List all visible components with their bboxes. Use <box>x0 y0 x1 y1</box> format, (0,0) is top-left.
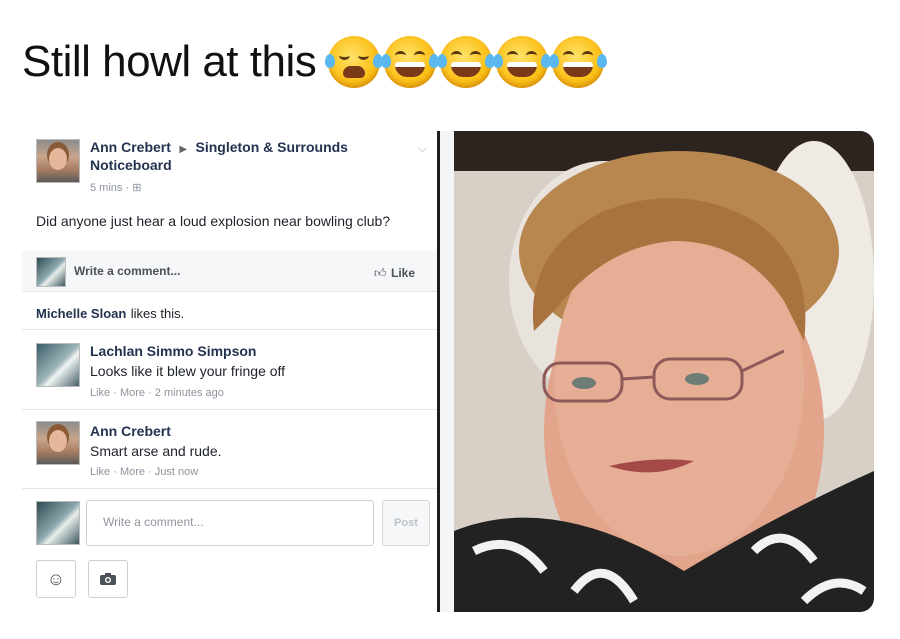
comment-author[interactable]: Ann Crebert <box>90 423 171 439</box>
camera-icon <box>100 573 116 585</box>
author-avatar[interactable] <box>36 139 80 183</box>
like-button[interactable]: 👍︎ Like <box>374 264 415 282</box>
tears-of-joy-icon <box>437 36 496 88</box>
facebook-post-panel: Ann Crebert ▶ Singleton & Surrounds Noti… <box>22 131 440 612</box>
audience-icon: · ⊞ <box>125 182 142 194</box>
divider <box>22 488 437 489</box>
divider <box>22 409 437 410</box>
like-label: Like <box>390 266 415 280</box>
current-user-avatar <box>36 501 80 545</box>
current-user-avatar <box>36 257 66 287</box>
comment-author[interactable]: Lachlan Simmo Simpson <box>90 343 256 359</box>
post-header: Ann Crebert ▶ Singleton & Surrounds Noti… <box>90 139 390 175</box>
comment-text: Smart arse and rude. <box>90 443 222 459</box>
comment-actions[interactable]: Like · More · 2 minutes ago <box>90 387 224 399</box>
commenter-avatar[interactable] <box>36 343 80 387</box>
post-time-row: 5 mins · ⊞ <box>90 181 141 194</box>
post-time[interactable]: 5 mins <box>90 182 122 194</box>
likes-suffix: likes this. <box>130 306 185 321</box>
screenshot-frame: Ann Crebert ▶ Singleton & Surrounds Noti… <box>22 131 874 612</box>
commenter-avatar[interactable] <box>36 421 80 465</box>
emoji-button[interactable]: ☺ <box>36 560 76 598</box>
write-comment-link[interactable]: Write a comment... <box>74 264 180 278</box>
comment-actions[interactable]: Like · More · Just now <box>90 466 198 478</box>
divider <box>22 291 437 292</box>
liker-name[interactable]: Michelle Sloan <box>36 306 126 321</box>
thumbs-up-icon: 👍︎ <box>373 266 387 280</box>
post-author[interactable]: Ann Crebert <box>90 139 171 155</box>
meme-caption: Still howl at this <box>22 36 608 88</box>
smiley-icon: ☺ <box>46 568 66 589</box>
divider <box>22 329 437 330</box>
caption-text: Still howl at this <box>22 37 317 86</box>
woman-portrait-photo <box>454 131 874 612</box>
tears-of-joy-icon <box>549 36 608 88</box>
likes-summary: Michelle Sloan likes this. <box>36 305 184 323</box>
arrow-right-icon: ▶ <box>179 144 188 155</box>
comment-text: Looks like it blew your fringe off <box>90 363 286 379</box>
emoji-row <box>325 36 608 88</box>
post-body: Did anyone just hear a loud explosion ne… <box>36 213 391 229</box>
chevron-down-icon[interactable]: ⌵ <box>418 141 427 156</box>
tears-of-joy-icon <box>381 36 440 88</box>
loudly-crying-face-icon <box>325 36 384 88</box>
post-button[interactable]: Post <box>382 500 430 546</box>
portrait-illustration <box>454 131 874 612</box>
photo-button[interactable] <box>88 560 128 598</box>
comment-input[interactable]: Write a comment... <box>86 500 374 546</box>
tears-of-joy-icon <box>493 36 552 88</box>
action-bar: Write a comment... 👍︎ Like <box>22 251 437 291</box>
comment-placeholder: Write a comment... <box>103 515 204 529</box>
